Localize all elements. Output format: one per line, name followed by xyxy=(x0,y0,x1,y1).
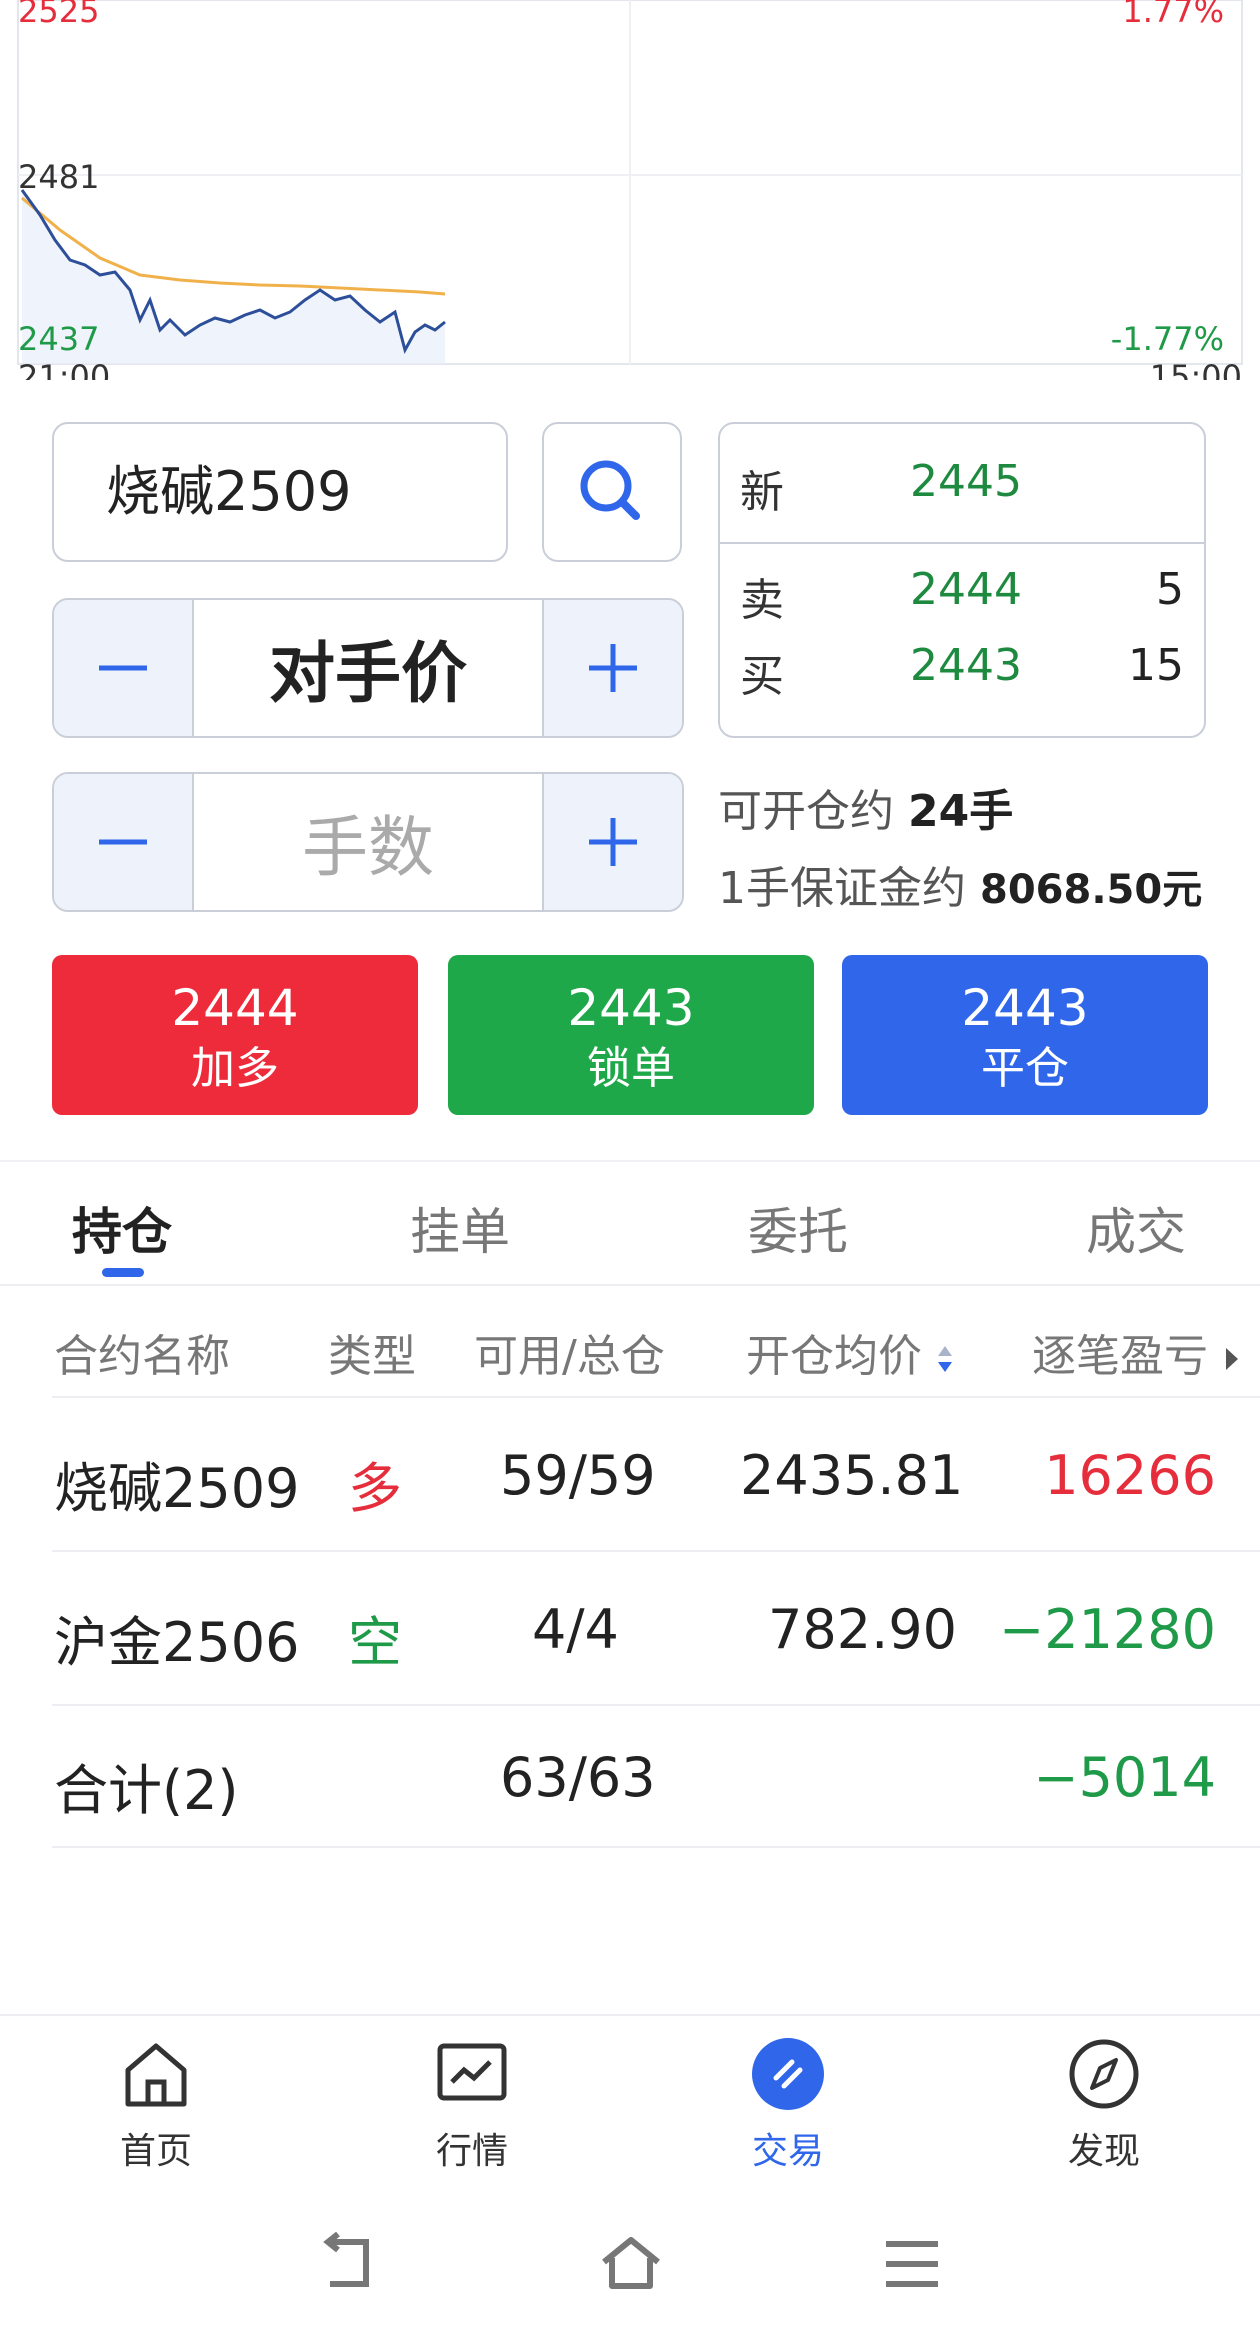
contract-name: 沪金2506 xyxy=(54,1611,300,1674)
minus-icon xyxy=(99,839,147,845)
price-mode-stepper: 对手价 xyxy=(52,598,684,738)
qty-plus-button[interactable] xyxy=(544,774,682,910)
lock-price: 2443 xyxy=(567,979,695,1037)
margin-info: 1手保证金约 8068.50元 xyxy=(718,852,1202,916)
price-high-label: 2525 xyxy=(18,0,99,30)
nav-market[interactable]: 行情 xyxy=(372,2036,572,2174)
search-icon xyxy=(580,460,640,520)
last-price: 2445 xyxy=(910,456,1022,507)
trade-icon xyxy=(752,2038,824,2110)
row-divider xyxy=(52,1846,1260,1848)
header-pnl[interactable]: 逐笔盈亏 xyxy=(1032,1320,1242,1384)
ask-price: 2444 xyxy=(910,564,1022,615)
header-avg-price-label: 开仓均价 xyxy=(746,1331,922,1382)
nav-discover[interactable]: 发现 xyxy=(1004,2036,1204,2174)
ask-volume: 5 xyxy=(1156,564,1184,615)
add-long-label: 加多 xyxy=(191,1043,279,1094)
time-end-label: 15:00 xyxy=(1150,358,1242,380)
bid-label: 买 xyxy=(740,651,784,702)
symbol-input[interactable]: 烧碱2509 xyxy=(52,422,508,562)
header-qty: 可用/总仓 xyxy=(474,1331,665,1382)
price-low-label: 2437 xyxy=(18,320,99,358)
header-avg-price[interactable]: 开仓均价 xyxy=(746,1320,954,1384)
quote-divider xyxy=(720,542,1204,544)
plus-icon xyxy=(589,644,637,692)
header-pnl-label: 逐笔盈亏 xyxy=(1032,1331,1208,1382)
quantity-input[interactable]: 手数 xyxy=(192,774,544,910)
close-label: 平仓 xyxy=(981,1043,1069,1094)
pct-low-label: -1.77% xyxy=(1111,320,1224,358)
nav-discover-label: 发现 xyxy=(1067,2131,1140,2172)
bid-price: 2443 xyxy=(910,640,1022,691)
nav-home-label: 首页 xyxy=(119,2131,192,2172)
total-qty: 63/63 xyxy=(500,1746,656,1809)
section-divider xyxy=(0,1160,1260,1162)
pct-high-label: 1.77% xyxy=(1122,0,1224,30)
back-icon[interactable] xyxy=(318,2232,382,2296)
row-divider xyxy=(52,1704,1260,1706)
quantity-stepper: 手数 xyxy=(52,772,684,912)
plus-icon xyxy=(589,818,637,866)
row-divider xyxy=(52,1396,1260,1398)
home-icon xyxy=(125,2043,187,2107)
minus-icon xyxy=(99,665,147,671)
contract-name: 烧碱2509 xyxy=(54,1457,300,1520)
nav-trade-label: 交易 xyxy=(751,2131,824,2172)
nav-market-label: 行情 xyxy=(435,2131,508,2172)
menu-icon[interactable] xyxy=(880,2232,944,2296)
price-mode-field[interactable]: 对手价 xyxy=(192,600,544,736)
tab-orders[interactable]: 委托 xyxy=(748,1192,848,1264)
nav-divider xyxy=(0,2014,1260,2016)
position-type: 多 xyxy=(348,1457,402,1520)
position-type: 空 xyxy=(348,1611,402,1674)
open-capacity-label: 可开仓约 xyxy=(718,786,894,837)
margin-label: 1手保证金约 xyxy=(718,863,966,914)
open-capacity: 可开仓约 24手 xyxy=(718,775,1013,839)
add-long-button[interactable]: 2444 加多 xyxy=(52,955,418,1115)
add-long-price: 2444 xyxy=(171,979,299,1037)
header-contract: 合约名称 xyxy=(54,1331,230,1382)
close-position-button[interactable]: 2443 平仓 xyxy=(842,955,1208,1115)
tab-positions[interactable]: 持仓 xyxy=(72,1192,172,1264)
search-button[interactable] xyxy=(542,422,682,562)
last-label: 新 xyxy=(740,467,784,518)
open-capacity-value: 24手 xyxy=(908,786,1014,837)
position-qty: 59/59 xyxy=(500,1444,656,1507)
symbol-text: 烧碱2509 xyxy=(106,460,352,523)
tab-pending[interactable]: 挂单 xyxy=(410,1192,510,1264)
row-divider xyxy=(52,1550,1260,1552)
bid-volume: 15 xyxy=(1128,640,1184,691)
active-tab-indicator xyxy=(102,1268,144,1277)
header-type: 类型 xyxy=(328,1331,416,1382)
pnl-value: 16266 xyxy=(1044,1444,1216,1507)
close-price: 2443 xyxy=(961,979,1089,1037)
nav-home[interactable]: 首页 xyxy=(56,2036,256,2174)
intraday-chart: 2525 2481 2437 1.77% -1.77% 21:00 15:00 xyxy=(17,0,1243,380)
ask-label: 卖 xyxy=(740,575,784,626)
avg-price: 782.90 xyxy=(768,1598,957,1661)
qty-minus-button[interactable] xyxy=(54,774,192,910)
sort-icon xyxy=(938,1346,952,1372)
home-system-icon[interactable] xyxy=(596,2232,666,2296)
total-label: 合计(2) xyxy=(54,1759,239,1822)
time-start-label: 21:00 xyxy=(18,358,110,380)
lock-button[interactable]: 2443 锁单 xyxy=(448,955,814,1115)
nav-trade[interactable]: 交易 xyxy=(688,2036,888,2174)
lock-label: 锁单 xyxy=(587,1043,675,1094)
pnl-value: −21280 xyxy=(998,1598,1216,1661)
tab-trades[interactable]: 成交 xyxy=(1086,1192,1186,1264)
quote-panel: 新 2445 卖 2444 5 买 2443 15 xyxy=(718,422,1206,738)
total-pnl: −5014 xyxy=(1033,1746,1216,1809)
price-minus-button[interactable] xyxy=(54,600,192,736)
tabs-divider xyxy=(0,1284,1260,1286)
price-plus-button[interactable] xyxy=(544,600,682,736)
margin-value: 8068.50元 xyxy=(980,867,1203,913)
avg-price: 2435.81 xyxy=(740,1444,964,1507)
caret-right-icon xyxy=(1226,1348,1238,1370)
price-mid-label: 2481 xyxy=(18,158,99,196)
position-qty: 4/4 xyxy=(532,1598,619,1661)
chart-icon xyxy=(437,2043,507,2101)
compass-icon xyxy=(1069,2039,1139,2109)
